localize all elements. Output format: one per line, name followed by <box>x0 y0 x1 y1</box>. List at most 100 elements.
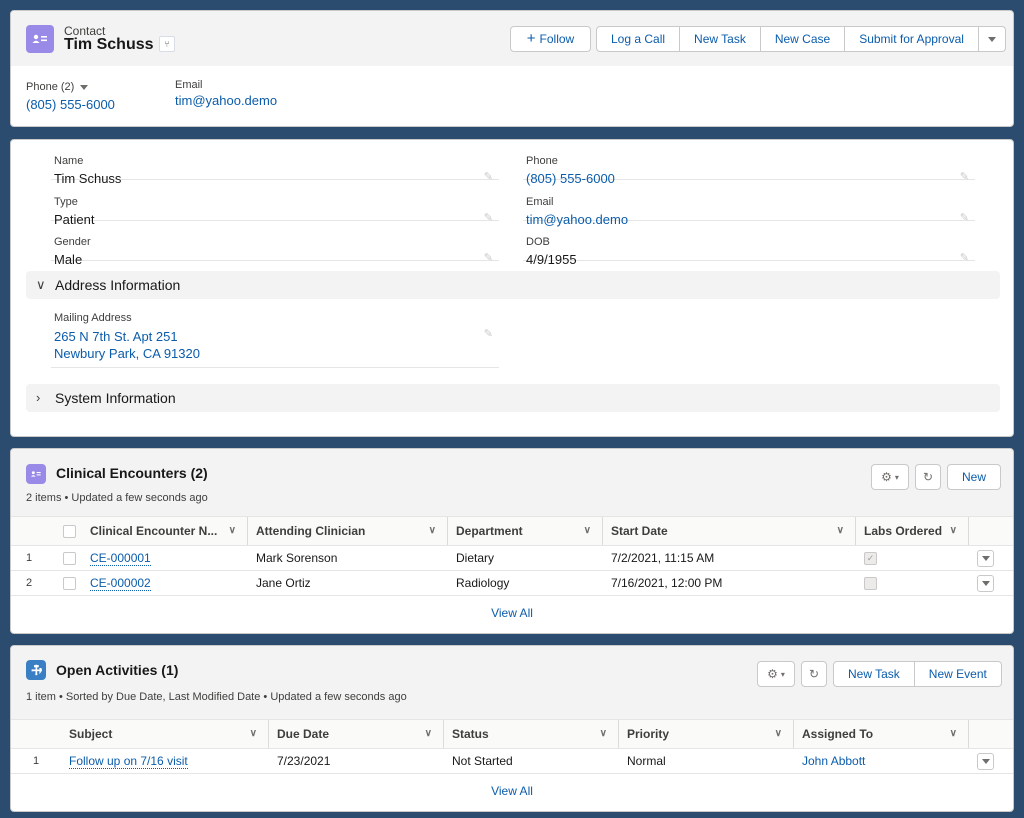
chevron-down-icon[interactable]: ∨ <box>950 525 957 536</box>
list-settings-button[interactable]: ⚙ ▾ <box>871 464 909 490</box>
chevron-down-icon[interactable]: ∨ <box>584 525 591 536</box>
phone-dropdown[interactable]: Phone (2) <box>26 81 115 93</box>
highlight-phone: Phone (2) (805) 555-6000 <box>26 81 115 112</box>
row-actions-button[interactable] <box>977 752 994 770</box>
list-settings-button[interactable]: ⚙ ▾ <box>757 661 795 687</box>
field-mailing-address: Mailing Address 265 N 7th St. Apt 251 Ne… <box>51 310 499 368</box>
chevron-down-icon[interactable]: ∨ <box>425 728 432 739</box>
labs-ordered-checkbox-unchecked <box>864 577 877 591</box>
related-list-title[interactable]: Open Activities (1) <box>56 662 178 678</box>
new-task-button[interactable]: New Task <box>833 661 915 687</box>
encounter-link[interactable]: CE-000002 <box>90 576 151 591</box>
view-all-link[interactable]: View All <box>11 784 1013 798</box>
follow-button[interactable]: + Follow <box>510 26 591 52</box>
edit-pencil-icon[interactable]: ✎ <box>484 251 493 264</box>
column-header-encounter[interactable]: Clinical Encounter N... ∨ <box>82 516 248 546</box>
clinical-encounter-icon <box>26 464 46 484</box>
related-list-header: Clinical Encounters (2) 2 items • Update… <box>11 449 1013 516</box>
chevron-down-icon[interactable]: ∨ <box>837 525 844 536</box>
header-top: Contact Tim Schuss ⑂ + Follow Log a Call … <box>11 11 1013 66</box>
row-actions-button[interactable] <box>977 549 994 567</box>
column-header-status[interactable]: Status ∨ <box>444 719 619 749</box>
labs-ordered-checkbox-checked: ✓ <box>864 552 877 566</box>
row-actions-button[interactable] <box>977 574 994 592</box>
hierarchy-button[interactable]: ⑂ <box>159 36 175 52</box>
action-button-group: Log a Call New Task New Case Submit for … <box>596 26 1006 52</box>
chevron-down-icon[interactable]: ∨ <box>429 525 436 536</box>
chevron-down-icon[interactable]: ∨ <box>775 728 782 739</box>
related-list-header: ⚒ Open Activities (1) 1 item • Sorted by… <box>11 646 1013 719</box>
field-gender: Gender Male ✎ <box>51 221 499 267</box>
refresh-icon: ↻ <box>808 667 820 681</box>
field-type: Type Patient ✎ <box>51 181 499 227</box>
view-all-link[interactable]: View All <box>11 606 1013 620</box>
log-a-call-button[interactable]: Log a Call <box>596 26 681 52</box>
chevron-down-icon: ▾ <box>894 472 899 482</box>
column-header-clinician[interactable]: Attending Clinician ∨ <box>248 516 448 546</box>
field-name: Name Tim Schuss ✎ <box>51 140 499 186</box>
chevron-down-icon <box>981 580 990 586</box>
related-list-subtitle: 2 items • Updated a few seconds ago <box>26 492 208 504</box>
refresh-button[interactable]: ↻ <box>801 661 827 687</box>
column-header-department[interactable]: Department ∨ <box>448 516 603 546</box>
table-header-row: Subject ∨ Due Date ∨ Status ∨ Priority ∨ Ass… <box>11 719 1013 749</box>
chevron-down-icon <box>981 758 990 764</box>
column-header-assigned-to[interactable]: Assigned To ∨ <box>794 719 969 749</box>
column-header-due-date[interactable]: Due Date ∨ <box>269 719 444 749</box>
select-all-checkbox[interactable] <box>63 525 76 539</box>
new-event-button[interactable]: New Event <box>914 661 1002 687</box>
assigned-user-link[interactable]: John Abbott <box>802 754 865 768</box>
submit-for-approval-button[interactable]: Submit for Approval <box>845 26 979 52</box>
gear-icon: ⚙ <box>767 667 778 681</box>
column-header-start-date[interactable]: Start Date ∨ <box>603 516 856 546</box>
field-email: Email tim@yahoo.demo ✎ <box>523 181 975 227</box>
clinical-encounters-related-list: Clinical Encounters (2) 2 items • Update… <box>10 448 1014 634</box>
related-list-title[interactable]: Clinical Encounters (2) <box>56 465 208 481</box>
record-name: Tim Schuss <box>64 36 154 53</box>
edit-pencil-icon[interactable]: ✎ <box>960 251 969 264</box>
table-row: 1 Follow up on 7/16 visit 7/23/2021 Not … <box>11 748 1013 774</box>
mailing-address-line2[interactable]: Newbury Park, CA 91320 <box>54 346 200 361</box>
more-actions-button[interactable] <box>978 26 1006 52</box>
chevron-down-icon <box>987 37 996 43</box>
encounter-link[interactable]: CE-000001 <box>90 551 151 566</box>
chevron-down-icon <box>981 555 990 561</box>
email-label: Email <box>175 79 203 91</box>
row-checkbox[interactable] <box>63 552 76 566</box>
activity-button-group: New Task New Event <box>833 661 1002 687</box>
field-phone: Phone (805) 555-6000 ✎ <box>523 140 975 186</box>
mailing-address-line1[interactable]: 265 N 7th St. Apt 251 <box>54 329 178 344</box>
gear-icon: ⚙ <box>881 470 892 484</box>
table-row: 2 CE-000002 Jane Ortiz Radiology 7/16/20… <box>11 570 1013 596</box>
phone-link[interactable]: (805) 555-6000 <box>26 97 115 112</box>
email-link[interactable]: tim@yahoo.demo <box>175 93 277 108</box>
contact-card-icon <box>26 25 54 53</box>
highlight-email: Email tim@yahoo.demo <box>175 79 277 108</box>
new-case-button[interactable]: New Case <box>760 26 846 52</box>
open-activities-table: Subject ∨ Due Date ∨ Status ∨ Priority ∨ Ass… <box>11 719 1013 774</box>
chevron-down-icon: ▾ <box>780 669 785 679</box>
record-details: Name Tim Schuss ✎ Type Patient ✎ Gender … <box>10 139 1014 437</box>
activity-subject-link[interactable]: Follow up on 7/16 visit <box>69 754 188 769</box>
chevron-down-icon[interactable]: ∨ <box>600 728 607 739</box>
open-activities-related-list: ⚒ Open Activities (1) 1 item • Sorted by… <box>10 645 1014 812</box>
field-dob: DOB 4/9/1955 ✎ <box>523 221 975 267</box>
column-header-priority[interactable]: Priority ∨ <box>619 719 794 749</box>
new-encounter-button[interactable]: New <box>947 464 1001 490</box>
system-section-toggle[interactable]: › System Information <box>26 384 1000 412</box>
address-section-toggle[interactable]: ∨ Address Information <box>26 271 1000 299</box>
chevron-down-icon[interactable]: ∨ <box>250 728 257 739</box>
table-row: 1 CE-000001 Mark Sorenson Dietary 7/2/20… <box>11 545 1013 571</box>
new-task-button[interactable]: New Task <box>680 26 761 52</box>
edit-pencil-icon[interactable]: ✎ <box>484 327 493 340</box>
related-list-subtitle: 1 item • Sorted by Due Date, Last Modifi… <box>26 691 407 703</box>
column-header-subject[interactable]: Subject ∨ <box>61 719 269 749</box>
refresh-button[interactable]: ↻ <box>915 464 941 490</box>
chevron-down-icon[interactable]: ∨ <box>950 728 957 739</box>
chevron-down-icon: ∨ <box>36 277 46 292</box>
wrench-icon: ⚒ <box>26 660 46 680</box>
table-header-row: Clinical Encounter N... ∨ Attending Clini… <box>11 516 1013 546</box>
row-checkbox[interactable] <box>63 577 76 591</box>
chevron-down-icon[interactable]: ∨ <box>229 525 236 536</box>
column-header-labs-ordered[interactable]: Labs Ordered ∨ <box>856 516 969 546</box>
